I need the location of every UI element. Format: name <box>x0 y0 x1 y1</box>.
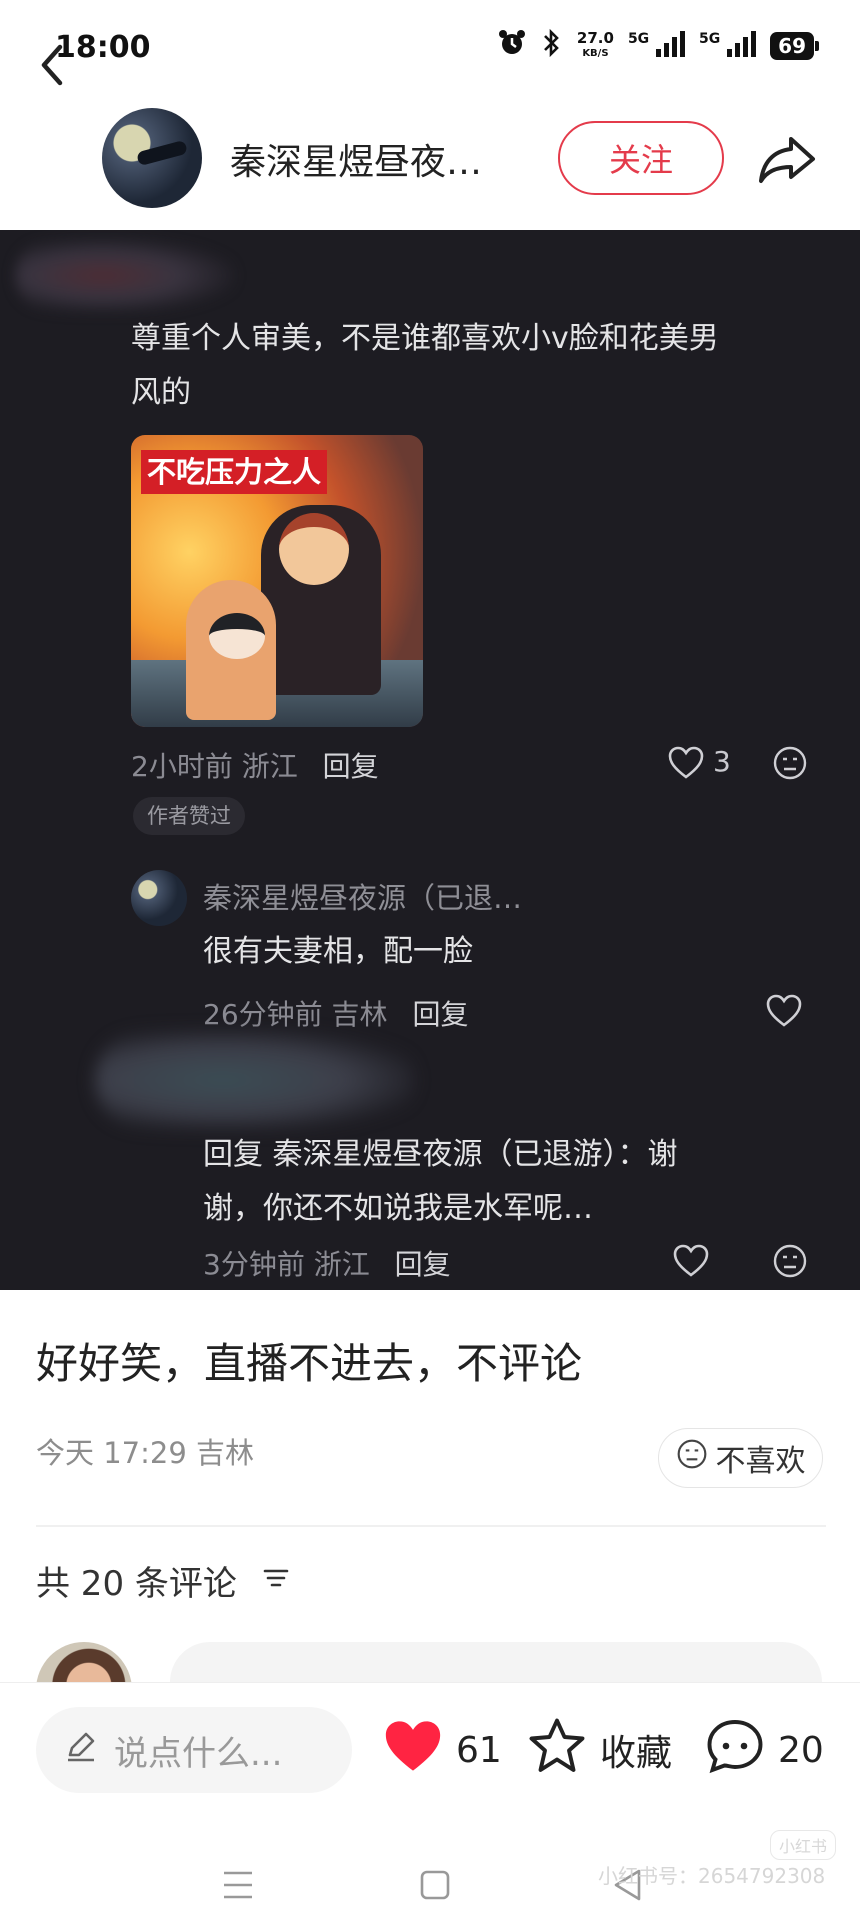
reply-button: 回复 <box>394 1248 451 1281</box>
signal-bars-icon <box>656 31 686 57</box>
comment-location: 浙江 <box>241 750 298 783</box>
reply2-text-line1: 回复 秦深星煜昼夜源（已退游）：谢 <box>203 1128 678 1182</box>
dislike-button[interactable]: 不喜欢 <box>658 1428 823 1488</box>
comments-button[interactable]: 20 <box>704 1707 824 1793</box>
heart-outline-icon <box>668 746 704 784</box>
heart-outline-icon <box>766 994 802 1032</box>
comment-time: 2小时前 <box>131 750 233 783</box>
blurred-user <box>95 1030 415 1130</box>
reply-meta: 26分钟前 吉林 回复 <box>203 993 468 1033</box>
status-bar: 18:00 27.0 KB/S 5G 5G 69 <box>0 0 860 100</box>
comment-text-line2: 风的 <box>131 375 191 410</box>
comment-bubble-icon <box>704 1716 766 1785</box>
reply-button: 回复 <box>322 750 379 783</box>
author-avatar[interactable] <box>102 108 202 208</box>
pencil-icon <box>64 1729 98 1772</box>
watermark-logo: 小红书 <box>770 1830 837 1860</box>
battery-icon: 69 <box>770 32 819 60</box>
network-speed: 27.0 KB/S <box>577 31 614 61</box>
collect-label: 收藏 <box>600 1733 673 1774</box>
collect-button[interactable]: 收藏 <box>526 1707 672 1793</box>
blurred-avatar <box>15 238 235 313</box>
comment-meta: 2小时前 浙江 回复 <box>131 745 379 785</box>
share-icon[interactable] <box>755 125 819 189</box>
meme-caption: 不吃压力之人 <box>141 450 328 494</box>
follow-button[interactable]: 关注 <box>558 121 724 195</box>
net-type-2: 5G <box>699 31 721 47</box>
reply-author-name: 秦深星煜昼夜源（已退… <box>203 881 523 915</box>
divider <box>36 1525 826 1527</box>
post-text: 好好笑，直播不进去，不评论 <box>36 1339 583 1388</box>
post-screenshot: 尊重个人审美，不是谁都喜欢小v脸和花美男 风的 不吃压力之人 2小时前 浙江 回… <box>0 230 860 1290</box>
comment-like-count: 3 <box>713 745 731 778</box>
reply2-time: 3分钟前 <box>203 1248 305 1281</box>
signal-bars-icon <box>727 31 757 57</box>
status-icons: 27.0 KB/S 5G 5G 69 <box>497 28 819 64</box>
post-meta: 今天 17:29 吉林 <box>36 1436 255 1470</box>
menu-nav-icon[interactable] <box>222 1870 254 1904</box>
reply-time: 26分钟前 <box>203 998 323 1031</box>
comment-input-placeholder: 说点什么... <box>114 1733 283 1774</box>
author-liked-badge: 作者赞过 <box>133 797 245 835</box>
comment-text-line1: 尊重个人审美，不是谁都喜欢小v脸和花美男 <box>131 321 719 356</box>
meme-figure-man-head <box>279 513 349 585</box>
dislike-face-icon <box>772 745 808 785</box>
heart-outline-icon <box>673 1244 709 1282</box>
star-icon <box>526 1716 588 1785</box>
author-name[interactable]: 秦深星煜昼夜… <box>230 133 520 185</box>
back-button[interactable] <box>30 35 80 95</box>
reply2-meta: 3分钟前 浙江 回复 <box>203 1243 451 1283</box>
like-count: 61 <box>456 1729 502 1771</box>
reply2-text-line2: 谢，你还不如说我是水军呢… <box>203 1191 593 1226</box>
reply-button: 回复 <box>412 998 469 1031</box>
meme-image: 不吃压力之人 <box>131 435 423 727</box>
sort-icon[interactable] <box>262 1566 290 1594</box>
reply-location: 吉林 <box>331 998 388 1031</box>
signal-2: 5G <box>699 31 757 61</box>
comments-count: 20 <box>778 1729 824 1771</box>
dislike-face-icon <box>676 1438 708 1478</box>
net-type-1: 5G <box>627 31 650 47</box>
comment-count: 共 20 条评论 <box>36 1564 237 1604</box>
home-nav-icon[interactable] <box>420 1870 450 1904</box>
comment-input[interactable]: 说点什么... <box>36 1707 352 1793</box>
reply2-location: 浙江 <box>313 1248 370 1281</box>
speed-unit: KB/S <box>582 48 609 59</box>
bluetooth-icon <box>541 28 563 64</box>
like-button[interactable]: 61 <box>382 1707 502 1793</box>
dislike-label: 不喜欢 <box>715 1444 806 1479</box>
alarm-icon <box>497 28 527 64</box>
watermark-text: 小红书号：2654792308 <box>598 1864 826 1888</box>
meme-figure-girl-face <box>209 613 265 659</box>
dislike-face-icon <box>772 1243 808 1283</box>
bottom-action-bar: 说点什么... 61 收藏 20 <box>0 1682 860 1810</box>
reply-avatar <box>131 870 187 926</box>
reply2-line1: 回复 秦深星煜昼夜源（已退游）：谢 <box>203 1137 678 1172</box>
signal-1: 5G <box>627 31 686 61</box>
heart-filled-icon <box>382 1718 444 1783</box>
speed-value: 27.0 <box>576 29 614 47</box>
reply-text: 很有夫妻相，配一脸 <box>203 934 473 969</box>
